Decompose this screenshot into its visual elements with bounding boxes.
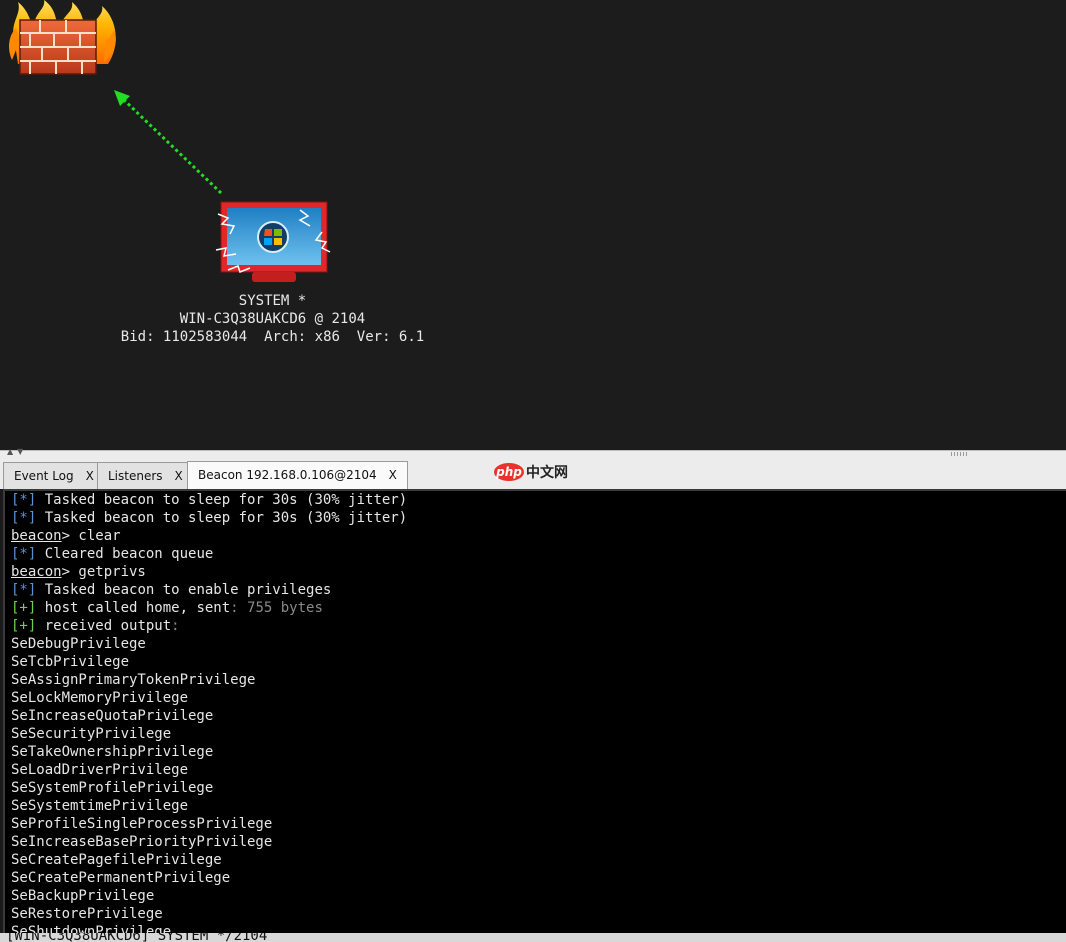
console-line: SeLockMemoryPrivilege	[5, 689, 1066, 707]
console-text: SeBackupPrivilege	[11, 888, 155, 904]
console-prefix: [*]	[11, 582, 37, 598]
console-text: SeRestorePrivilege	[11, 906, 163, 922]
console-line: SeRestorePrivilege	[5, 905, 1066, 923]
tab-bar: Event Log X Listeners X Beacon 192.168.0.1…	[0, 458, 1066, 490]
console-line: SeSystemProfilePrivilege	[5, 779, 1066, 797]
console-prefix: [*]	[11, 492, 37, 508]
console-line: SeSystemtimePrivilege	[5, 797, 1066, 815]
console-text: SeAssignPrimaryTokenPrivilege	[11, 672, 256, 688]
tab-label: Listeners	[108, 469, 163, 483]
console-text: SeSystemProfilePrivilege	[11, 780, 214, 796]
console-prefix: [+]	[11, 600, 37, 616]
firewall-icon[interactable]	[9, 0, 116, 75]
console-line: SeTcbPrivilege	[5, 653, 1066, 671]
console-text: SeLoadDriverPrivilege	[11, 762, 189, 778]
beacon-link-arrow	[114, 90, 223, 195]
console-text: SeTakeOwnershipPrivilege	[11, 744, 214, 760]
console-text: SeIncreaseBasePriorityPrivilege	[11, 834, 273, 850]
status-text: [WIN-C3Q38UAKCD6] SYSTEM */2104	[6, 933, 268, 942]
console-line: SeProfileSingleProcessPrivilege	[5, 815, 1066, 833]
console-text: > getprivs	[61, 564, 146, 580]
node-host-label: WIN-C3Q38UAKCD6 @ 2104	[179, 311, 366, 327]
node-user-label: SYSTEM *	[238, 293, 307, 309]
console-line: SeLoadDriverPrivilege	[5, 761, 1066, 779]
console-text: host called home, sent	[36, 600, 231, 616]
console-text: SeTcbPrivilege	[11, 654, 130, 670]
console-line: SeIncreaseQuotaPrivilege	[5, 707, 1066, 725]
console-line: [*] Cleared beacon queue	[5, 545, 1066, 563]
tab-close-icon[interactable]: X	[86, 469, 94, 483]
console-line: SeCreatePermanentPrivilege	[5, 869, 1066, 887]
console-text: Tasked beacon to sleep for 30s (30% jitt…	[36, 510, 408, 526]
console-text: Tasked beacon to enable privileges	[36, 582, 332, 598]
status-bar: [WIN-C3Q38UAKCD6] SYSTEM */2104	[0, 933, 1066, 942]
graph-canvas	[9, 0, 331, 282]
console-text: Cleared beacon queue	[36, 546, 214, 562]
console-text: SeProfileSingleProcessPrivilege	[11, 816, 273, 832]
console-text-tail: : 755 bytes	[230, 600, 323, 616]
console-text: Tasked beacon to sleep for 30s (30% jitt…	[36, 492, 408, 508]
console-text: SeDebugPrivilege	[11, 636, 146, 652]
php-cn-watermark-logo: php 中文网	[494, 461, 568, 483]
console-prefix: [*]	[11, 510, 37, 526]
tab-label: Event Log	[14, 469, 74, 483]
splitter-arrows-icon[interactable]: ▲▼	[7, 448, 27, 456]
compromised-windows-host-icon[interactable]	[215, 201, 331, 282]
console-text: SeIncreaseQuotaPrivilege	[11, 708, 214, 724]
console-line: SeTakeOwnershipPrivilege	[5, 743, 1066, 761]
beacon-console[interactable]: [*] Tasked beacon to sleep for 30s (30% …	[3, 489, 1066, 933]
console-line: SeCreatePagefilePrivilege	[5, 851, 1066, 869]
console-text: SeSecurityPrivilege	[11, 726, 172, 742]
console-line: beacon> getprivs	[5, 563, 1066, 581]
console-text: SeLockMemoryPrivilege	[11, 690, 189, 706]
console-text: received output	[36, 618, 172, 634]
node-details-label: Bid: 1102583044 Arch: x86 Ver: 6.1	[120, 329, 425, 345]
console-line: [*] Tasked beacon to sleep for 30s (30% …	[5, 491, 1066, 509]
console-line: [*] Tasked beacon to sleep for 30s (30% …	[5, 509, 1066, 527]
tab-close-icon[interactable]: X	[175, 469, 183, 483]
console-text: SeCreatePagefilePrivilege	[11, 852, 222, 868]
console-text: SeCreatePermanentPrivilege	[11, 870, 231, 886]
console-line: SeBackupPrivilege	[5, 887, 1066, 905]
console-prompt: beacon	[11, 564, 62, 580]
console-line: [*] Tasked beacon to enable privileges	[5, 581, 1066, 599]
console-text: > clear	[61, 528, 121, 544]
console-line: SeIncreaseBasePriorityPrivilege	[5, 833, 1066, 851]
tab-label: Beacon 192.168.0.106@2104	[198, 468, 377, 482]
tab-beacon[interactable]: Beacon 192.168.0.106@2104 X	[187, 461, 408, 490]
tab-event-log[interactable]: Event Log X	[3, 462, 105, 489]
tab-listeners[interactable]: Listeners X	[97, 462, 194, 489]
console-prefix: [*]	[11, 546, 37, 562]
console-line: [+] host called home, sent: 755 bytes	[5, 599, 1066, 617]
console-line: SeShutdownPrivilege	[5, 923, 1066, 933]
console-line: beacon> clear	[5, 527, 1066, 545]
console-line: SeAssignPrimaryTokenPrivilege	[5, 671, 1066, 689]
pivot-graph[interactable]: SYSTEM * WIN-C3Q38UAKCD6 @ 2104 Bid: 110…	[0, 0, 1066, 450]
console-text: SeSystemtimePrivilege	[11, 798, 189, 814]
console-text-tail: :	[171, 618, 180, 634]
console-text: SeShutdownPrivilege	[11, 924, 172, 933]
console-line: SeDebugPrivilege	[5, 635, 1066, 653]
console-prefix: [+]	[11, 618, 37, 634]
tab-close-icon[interactable]: X	[389, 468, 397, 482]
console-prompt: beacon	[11, 528, 62, 544]
splitter-grip-icon[interactable]	[951, 452, 969, 456]
console-line: SeSecurityPrivilege	[5, 725, 1066, 743]
console-line: [+] received output:	[5, 617, 1066, 635]
